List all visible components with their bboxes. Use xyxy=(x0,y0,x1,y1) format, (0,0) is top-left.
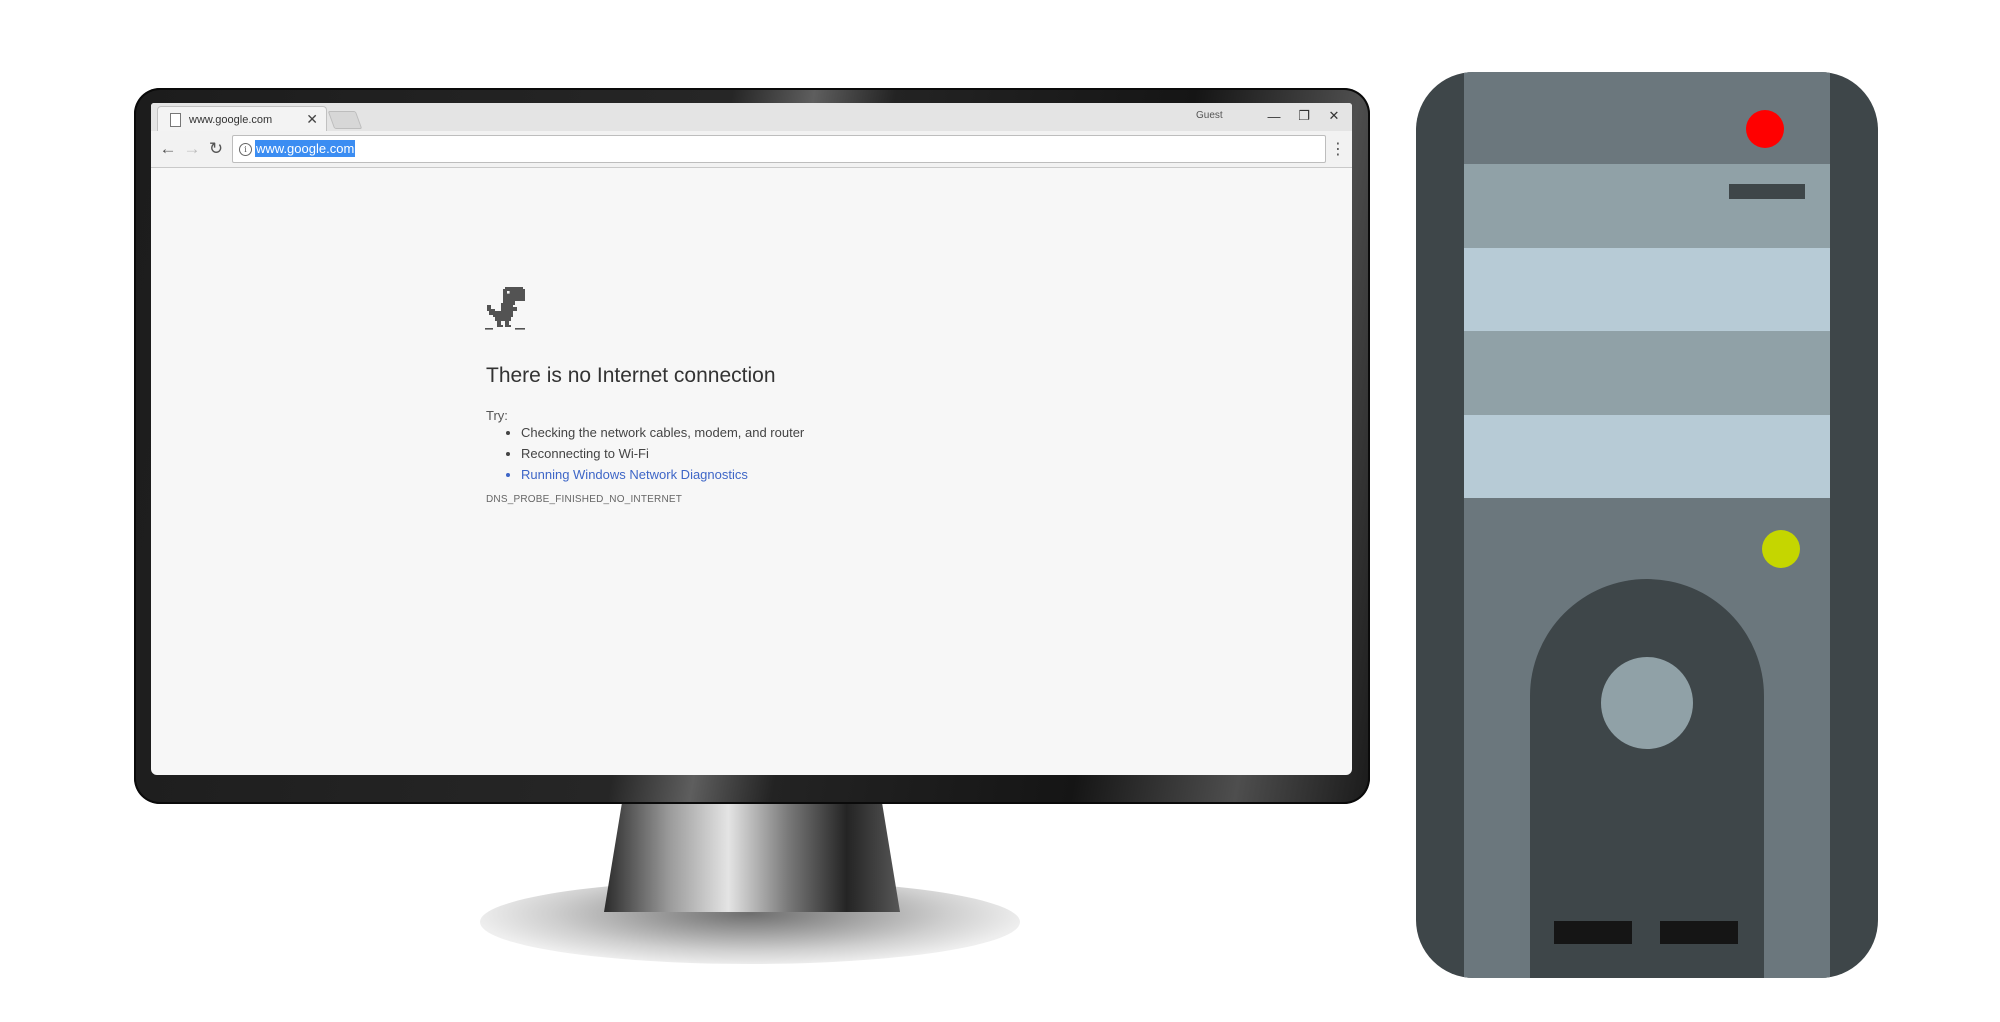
browser-tab[interactable]: www.google.com ✕ xyxy=(157,106,327,132)
usb-port xyxy=(1554,921,1632,944)
drive-bay xyxy=(1464,415,1830,498)
forward-arrow-icon[interactable]: → xyxy=(181,138,203,160)
window-close-icon[interactable]: ✕ xyxy=(1319,106,1349,126)
browser-toolbar: ← → ↻ i www.google.com ⋮ xyxy=(151,131,1352,168)
address-bar[interactable]: i www.google.com xyxy=(232,135,1326,163)
monitor-stand-neck xyxy=(604,804,900,912)
back-arrow-icon[interactable]: ← xyxy=(157,138,179,160)
network-diagnostics-link[interactable]: Running Windows Network Diagnostics xyxy=(521,467,804,483)
tower-front-panel xyxy=(1464,72,1830,978)
page-icon xyxy=(170,112,181,127)
error-code: DNS_PROBE_FINISHED_NO_INTERNET xyxy=(486,494,683,505)
browser-menu-icon[interactable]: ⋮ xyxy=(1330,138,1346,160)
tab-close-icon[interactable]: ✕ xyxy=(306,111,318,128)
drive-bay xyxy=(1464,331,1830,415)
error-page: There is no Internet connection Try: Che… xyxy=(151,168,1352,775)
tower-lower-panel xyxy=(1530,579,1764,978)
power-indicator-light xyxy=(1746,110,1784,148)
power-button[interactable] xyxy=(1601,657,1693,749)
guest-profile-label[interactable]: Guest xyxy=(1196,110,1223,121)
suggestion-list: Checking the network cables, modem, and … xyxy=(486,425,804,488)
computer-tower xyxy=(1416,72,1878,978)
disc-drive-slot xyxy=(1729,184,1805,199)
tab-title: www.google.com xyxy=(189,113,273,126)
status-indicator-light xyxy=(1762,530,1800,568)
suggestion-item: Reconnecting to Wi-Fi xyxy=(521,446,804,462)
drive-bay xyxy=(1464,248,1830,331)
drive-bay xyxy=(1464,164,1830,248)
browser-window: www.google.com ✕ Guest — ❐ ✕ ← → ↻ i www… xyxy=(151,103,1352,775)
dinosaur-icon xyxy=(485,287,525,330)
tab-strip: www.google.com ✕ Guest — ❐ ✕ xyxy=(151,103,1352,132)
minimize-icon[interactable]: — xyxy=(1259,106,1289,126)
try-label: Try: xyxy=(486,408,508,423)
address-input[interactable]: www.google.com xyxy=(255,140,356,157)
reload-icon[interactable]: ↻ xyxy=(205,138,227,160)
suggestion-item: Checking the network cables, modem, and … xyxy=(521,425,804,441)
error-title: There is no Internet connection xyxy=(486,364,776,387)
restore-icon[interactable]: ❐ xyxy=(1289,106,1319,126)
new-tab-button[interactable] xyxy=(327,111,363,129)
usb-port xyxy=(1660,921,1738,944)
site-info-icon[interactable]: i xyxy=(239,142,252,156)
